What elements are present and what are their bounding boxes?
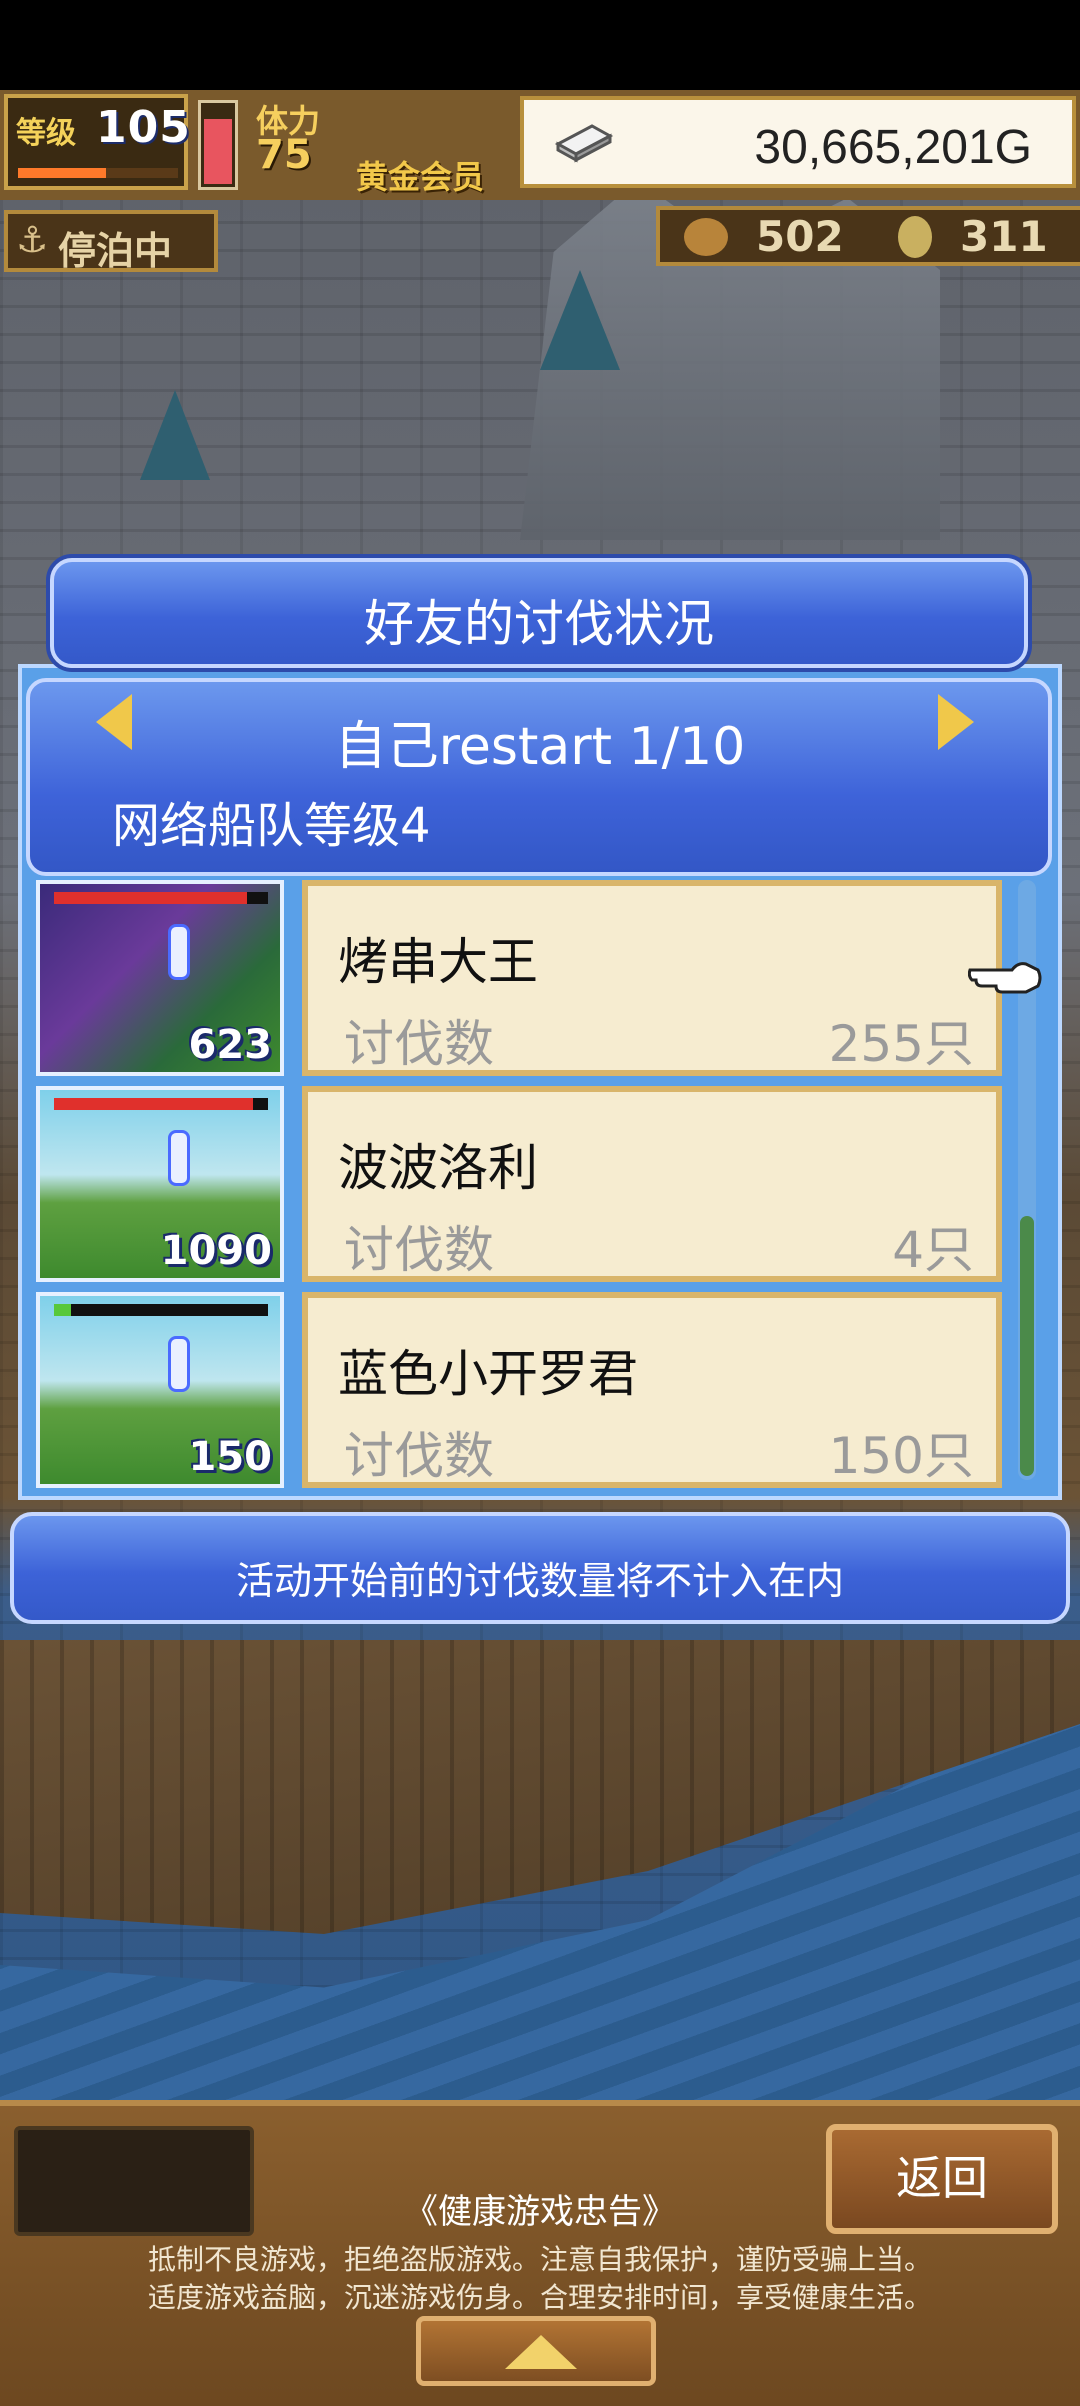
resource1-value: 502 [756,212,844,261]
monster-hp-fill [54,892,247,904]
list-item[interactable]: 波波洛利 讨伐数 4只 [302,1086,1002,1282]
friend-name: 蓝色小开罗君 [338,1345,638,1403]
defeat-count-label: 讨伐数 [344,1427,494,1485]
monster-number: 623 [188,1022,273,1068]
membership-badge: 黄金会员 [356,158,485,196]
list-item[interactable]: 烤串大王 讨伐数 255只 [302,880,1002,1076]
food-icon [684,218,728,256]
friend-name: 波波洛利 [338,1139,538,1197]
fleet-level: 网络船队等级4 [112,798,431,854]
gold-amount: 30,665,201G [754,121,1032,174]
list-item[interactable]: 蓝色小开罗君 讨伐数 150只 [302,1292,1002,1488]
stamina-value: 75 [256,132,312,178]
list-scrollbar-thumb[interactable] [1020,1216,1034,1476]
coin-icon [898,216,932,258]
silver-bar-icon [554,124,614,163]
docked-status-label: 停泊中 [58,229,173,273]
health-advice-line: 适度游戏益脑，沉迷游戏伤身。合理安排时间，享受健康生活。 [147,2281,932,2314]
monster-hp-fill [54,1304,72,1316]
level-value: 105 [96,102,191,153]
defeat-count-label: 讨伐数 [344,1015,494,1073]
up-arrow-icon [505,2335,577,2369]
monster-hp-bar [54,1304,268,1316]
monster-number: 1090 [160,1228,272,1274]
expand-menu-button[interactable] [416,2316,656,2386]
monster-number: 150 [188,1434,273,1480]
defeat-count-value: 150只 [828,1427,974,1485]
stamina-gauge-fill [204,118,232,184]
docked-status[interactable]: ⚓ 停泊中 [4,210,218,273]
notice-text: 活动开始前的讨伐数量将不计入在内 [235,1559,844,1603]
defeat-count-value: 4只 [892,1221,974,1279]
alert-mark-icon [168,1130,190,1186]
level-progress-fill [18,168,106,178]
alert-mark-icon [168,924,190,980]
resource-panel: 502 311 [656,206,1080,266]
stamina-gauge [198,100,238,190]
resource2-value: 311 [960,212,1048,261]
defeat-count-label: 讨伐数 [344,1221,494,1279]
health-advice-line: 抵制不良游戏，拒绝盗版游戏。注意自我保护，谨防受骗上当。 [147,2243,932,2276]
monster-hp-bar [54,1098,268,1110]
monster-thumbnail[interactable]: 1090 [36,1086,284,1282]
friend-name: 烤串大王 [338,933,538,991]
monster-thumbnail[interactable]: 623 [36,880,284,1076]
gold-panel[interactable]: 30,665,201G [520,96,1076,188]
dialog-title: 好友的讨伐状况 [364,595,714,653]
health-advice-title: 《健康游戏忠告》 [404,2192,676,2232]
monster-thumbnail[interactable]: 150 [36,1292,284,1488]
anchor-icon: ⚓ [16,220,49,261]
level-label: 等级 [16,116,76,151]
monster-hp-bar [54,892,268,904]
level-panel: 等级 105 [4,94,191,190]
monster-hp-fill [54,1098,254,1110]
defeat-count-value: 255只 [828,1015,974,1073]
friend-name-page: 自己restart 1/10 [334,717,746,777]
notice-bar: 活动开始前的讨伐数量将不计入在内 [10,1512,1070,1624]
pointing-hand-icon [968,962,1042,994]
level-progress-bar [18,168,178,178]
dialog-title-banner: 好友的讨伐状况 [50,558,1028,668]
alert-mark-icon [168,1336,190,1392]
